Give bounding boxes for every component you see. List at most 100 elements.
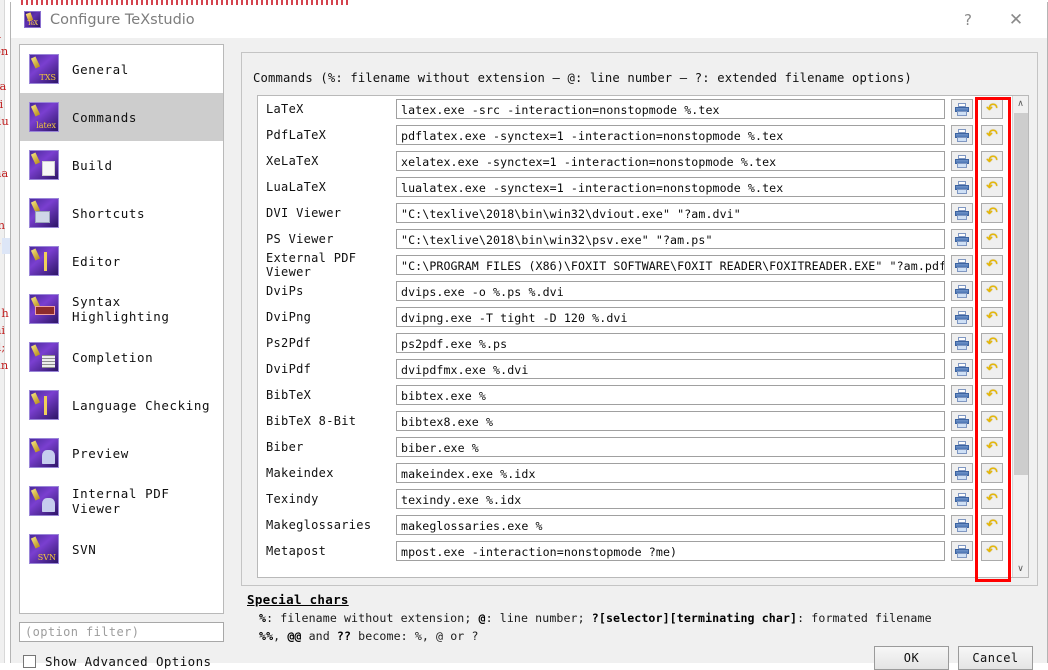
command-input[interactable]: xelatex.exe -synctex=1 -interaction=nons…: [396, 151, 945, 171]
browse-button[interactable]: [951, 515, 973, 535]
table-row: DviPngdvipng.exe -T tight -D 120 %.dvi↶: [258, 304, 1011, 330]
show-advanced-options-row[interactable]: Show Advanced Options: [23, 654, 211, 669]
command-label: LaTeX: [266, 102, 396, 116]
command-input[interactable]: ps2pdf.exe %.ps: [396, 333, 945, 353]
command-label: XeLaTeX: [266, 154, 396, 168]
commands-scrollbar[interactable]: ∧ ∨: [1012, 96, 1028, 577]
close-icon[interactable]: ✕: [993, 2, 1039, 37]
sidebar-item-preview[interactable]: Preview: [20, 429, 223, 477]
reset-button[interactable]: ↶: [981, 281, 1003, 301]
browse-button[interactable]: [951, 489, 973, 509]
reset-button[interactable]: ↶: [981, 541, 1003, 561]
settings-category-list[interactable]: TXSGenerallatexCommandsBuildShortcutsEdi…: [19, 44, 224, 614]
preview-icon: [29, 438, 59, 468]
title-bar: Configure TeXstudio ? ✕: [11, 2, 1047, 38]
sidebar-item-internal-pdf-viewer[interactable]: Internal PDF Viewer: [20, 477, 223, 525]
reset-button[interactable]: ↶: [981, 515, 1003, 535]
command-input[interactable]: dvipng.exe -T tight -D 120 %.dvi: [396, 307, 945, 327]
browse-icon: [955, 259, 969, 272]
browse-button[interactable]: [951, 229, 973, 249]
reset-button[interactable]: ↶: [981, 125, 1003, 145]
command-input[interactable]: mpost.exe -interaction=nonstopmode ?me): [396, 541, 945, 561]
command-input[interactable]: bibtex8.exe %: [396, 411, 945, 431]
browse-button[interactable]: [951, 99, 973, 119]
show-advanced-options-checkbox[interactable]: [23, 655, 36, 668]
sidebar-item-completion[interactable]: Completion: [20, 333, 223, 381]
reset-button[interactable]: ↶: [981, 203, 1003, 223]
table-row: LuaLaTeXlualatex.exe -synctex=1 -interac…: [258, 174, 1011, 200]
cancel-button[interactable]: Cancel: [958, 646, 1033, 670]
reset-button[interactable]: ↶: [981, 177, 1003, 197]
command-label: Makeindex: [266, 466, 396, 480]
command-input[interactable]: latex.exe -src -interaction=nonstopmode …: [396, 99, 945, 119]
reset-button[interactable]: ↶: [981, 151, 1003, 171]
command-input[interactable]: "C:\texlive\2018\bin\win32\psv.exe" "?am…: [396, 229, 945, 249]
command-input[interactable]: lualatex.exe -synctex=1 -interaction=non…: [396, 177, 945, 197]
browse-button[interactable]: [951, 255, 973, 275]
sidebar-item-label: Preview: [72, 446, 129, 461]
reset-button[interactable]: ↶: [981, 437, 1003, 457]
reset-button[interactable]: ↶: [981, 307, 1003, 327]
sidebar-item-svn[interactable]: SVNSVN: [20, 525, 223, 573]
sidebar-item-build[interactable]: Build: [20, 141, 223, 189]
icon-shape: [44, 396, 47, 415]
option-filter-input[interactable]: (option filter): [19, 622, 224, 642]
icon-shape: [35, 306, 55, 315]
command-input[interactable]: bibtex.exe %: [396, 385, 945, 405]
browse-button[interactable]: [951, 333, 973, 353]
command-input[interactable]: texindy.exe %.idx: [396, 489, 945, 509]
table-row: Makeglossariesmakeglossaries.exe %↶: [258, 512, 1011, 538]
command-label: LuaLaTeX: [266, 180, 396, 194]
browse-button[interactable]: [951, 125, 973, 145]
browse-icon: [955, 311, 969, 324]
sidebar-item-general[interactable]: TXSGeneral: [20, 45, 223, 93]
command-input[interactable]: biber.exe %: [396, 437, 945, 457]
browse-button[interactable]: [951, 307, 973, 327]
sidebar-item-editor[interactable]: Editor: [20, 237, 223, 285]
reset-button[interactable]: ↶: [981, 255, 1003, 275]
command-label: DviPdf: [266, 362, 396, 376]
scroll-down-arrow-icon[interactable]: ∨: [1013, 561, 1028, 577]
sidebar-item-language-checking[interactable]: Language Checking: [20, 381, 223, 429]
commands-scroll-area[interactable]: LaTeXlatex.exe -src -interaction=nonstop…: [257, 95, 1029, 578]
sidebar-item-syntax-highlighting[interactable]: Syntax Highlighting: [20, 285, 223, 333]
command-input[interactable]: dvips.exe -o %.ps %.dvi: [396, 281, 945, 301]
command-input[interactable]: makeindex.exe %.idx: [396, 463, 945, 483]
browse-icon: [955, 233, 969, 246]
scrollbar-thumb[interactable]: [1014, 113, 1028, 475]
commands-rows: LaTeXlatex.exe -src -interaction=nonstop…: [258, 96, 1011, 577]
browse-button[interactable]: [951, 203, 973, 223]
sidebar-item-shortcuts[interactable]: Shortcuts: [20, 189, 223, 237]
help-button[interactable]: ?: [945, 2, 991, 37]
reset-button[interactable]: ↶: [981, 385, 1003, 405]
sc1-text-3: : formated filename: [797, 611, 932, 625]
reset-button[interactable]: ↶: [981, 99, 1003, 119]
sidebar-item-commands[interactable]: latexCommands: [20, 93, 223, 141]
browse-button[interactable]: [951, 359, 973, 379]
special-chars-title: Special chars: [247, 592, 1037, 607]
browse-button[interactable]: [951, 411, 973, 431]
command-input[interactable]: makeglossaries.exe %: [396, 515, 945, 535]
reset-button[interactable]: ↶: [981, 333, 1003, 353]
reset-button[interactable]: ↶: [981, 463, 1003, 483]
reset-button[interactable]: ↶: [981, 229, 1003, 249]
reset-button[interactable]: ↶: [981, 359, 1003, 379]
ok-button[interactable]: OK: [874, 646, 949, 670]
reset-button[interactable]: ↶: [981, 411, 1003, 431]
reset-button[interactable]: ↶: [981, 489, 1003, 509]
browse-button[interactable]: [951, 151, 973, 171]
scroll-up-arrow-icon[interactable]: ∧: [1013, 96, 1028, 112]
command-input[interactable]: pdflatex.exe -synctex=1 -interaction=non…: [396, 125, 945, 145]
special-chars-line-2: %%, @@ and ?? become: %, @ or ?: [259, 629, 1037, 643]
browse-button[interactable]: [951, 385, 973, 405]
command-input[interactable]: dvipdfmx.exe %.dvi: [396, 359, 945, 379]
browse-button[interactable]: [951, 463, 973, 483]
browse-button[interactable]: [951, 177, 973, 197]
editor-icon: [29, 246, 59, 276]
browse-button[interactable]: [951, 541, 973, 561]
command-input[interactable]: "C:\texlive\2018\bin\win32\dviout.exe" "…: [396, 203, 945, 223]
command-input[interactable]: "C:\PROGRAM FILES (X86)\FOXIT SOFTWARE\F…: [396, 255, 945, 275]
dialog-body: TXSGenerallatexCommandsBuildShortcutsEdi…: [11, 38, 1047, 663]
browse-button[interactable]: [951, 437, 973, 457]
browse-button[interactable]: [951, 281, 973, 301]
